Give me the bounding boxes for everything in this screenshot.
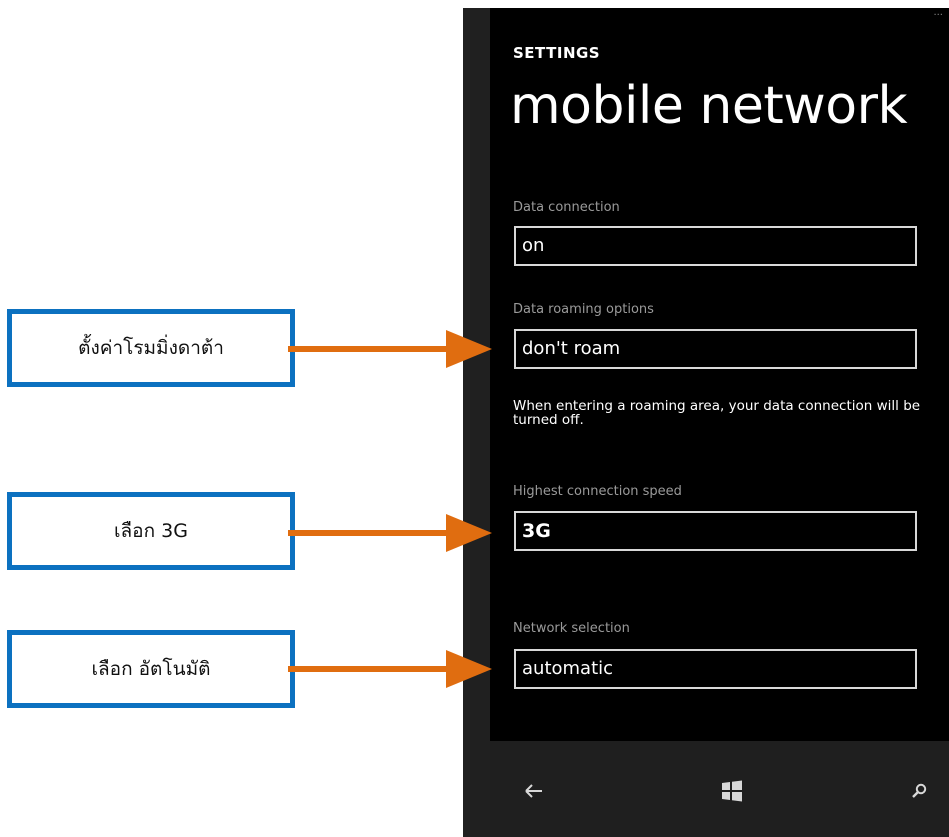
callout-3g: เลือก 3G <box>7 492 295 570</box>
data-connection-label: Data connection <box>513 200 620 215</box>
phone-frame: ··· SETTINGS mobile network Data connect… <box>463 8 949 837</box>
connection-speed-select[interactable]: 3G <box>514 511 917 551</box>
roaming-help-text: When entering a roaming area, your data … <box>513 398 921 428</box>
network-selection-select[interactable]: automatic <box>514 649 917 689</box>
app-bar <box>490 741 949 837</box>
settings-eyebrow: SETTINGS <box>513 44 601 62</box>
callout-automatic: เลือก อัตโนมัติ <box>7 630 295 708</box>
status-bar: ··· <box>933 10 943 21</box>
arrow-automatic <box>288 650 492 688</box>
search-icon[interactable] <box>899 775 939 807</box>
data-roaming-label: Data roaming options <box>513 302 654 317</box>
back-arrow-icon[interactable] <box>514 775 554 807</box>
data-roaming-select[interactable]: don't roam <box>514 329 917 369</box>
settings-screen: ··· SETTINGS mobile network Data connect… <box>490 8 949 741</box>
connection-speed-label: Highest connection speed <box>513 484 682 499</box>
data-connection-select[interactable]: on <box>514 226 917 266</box>
network-selection-label: Network selection <box>513 621 630 636</box>
windows-start-icon[interactable] <box>712 775 752 807</box>
page-title: mobile network <box>510 76 908 136</box>
arrow-roaming <box>288 330 492 368</box>
callout-roaming: ตั้งค่าโรมมิ่งดาต้า <box>7 309 295 387</box>
arrow-3g <box>288 514 492 552</box>
